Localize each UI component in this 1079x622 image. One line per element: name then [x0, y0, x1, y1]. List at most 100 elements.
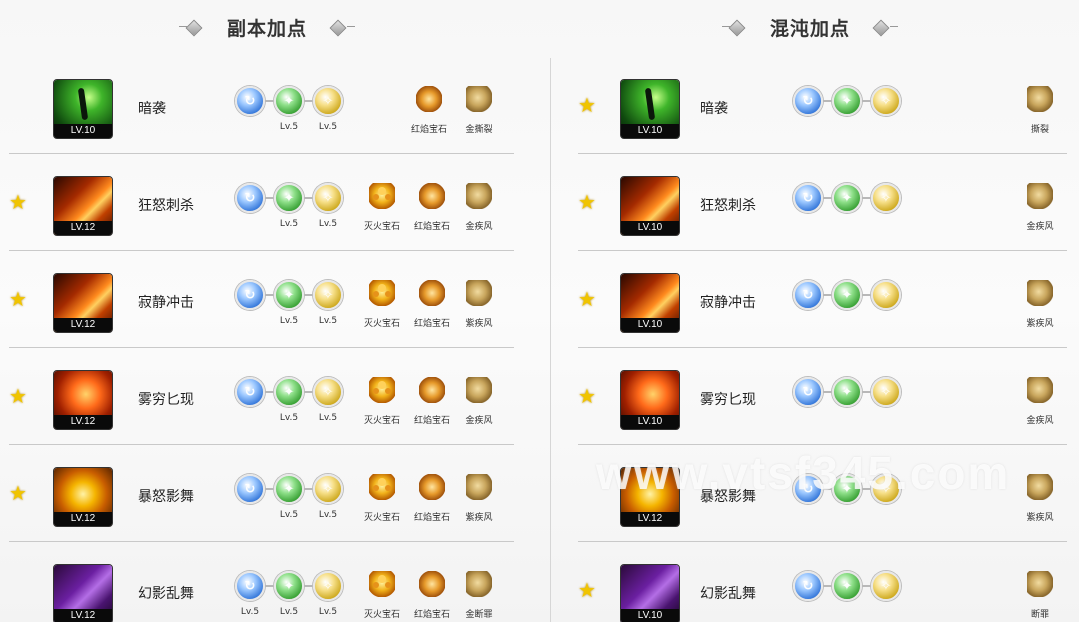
yellow-rune-node[interactable]: ✧ [313, 86, 343, 116]
fire-gem-icon[interactable] [369, 280, 395, 306]
skill-icon[interactable]: LV.10 [53, 79, 113, 139]
green-rune-node[interactable]: ✦ [274, 280, 304, 310]
yellow-rune-node[interactable]: ✧ [871, 377, 901, 407]
skill-icon[interactable]: LV.12 [53, 564, 113, 622]
green-rune-node[interactable]: ✦ [832, 377, 862, 407]
skill-icon[interactable]: LV.12 [620, 467, 680, 527]
ember-gem-icon[interactable] [419, 377, 445, 403]
blue-rune-node[interactable]: ↻ [793, 571, 823, 601]
node-level-label: Lv.5 [279, 510, 299, 520]
blue-rune-node[interactable]: ↻ [235, 183, 265, 213]
yellow-rune-node[interactable]: ✧ [313, 183, 343, 213]
green-rune-node[interactable]: ✦ [274, 474, 304, 504]
green-rune-node[interactable]: ✦ [832, 571, 862, 601]
gem-label: 紫疾风 [465, 319, 493, 329]
green-rune-node[interactable]: ✦ [832, 183, 862, 213]
fire-gem-icon[interactable] [369, 474, 395, 500]
node-level-label: Lv.5 [279, 219, 299, 229]
skill-icon[interactable]: LV.12 [53, 176, 113, 236]
shell-gem-icon[interactable] [1027, 183, 1053, 209]
skill-row: ★ LV.12 狂怒刺杀 ↻ ✦ Lv.5 ✧ Lv.5 灭火宝石 红焰宝石 金疾风 [9, 154, 514, 251]
dungeon-build-panel: 副本加点 LV.10 暗袭 ↻ ✦ Lv.5 ✧ Lv.5 红焰宝石 金撕裂 ★ LV.12 狂怒刺杀… [0, 0, 540, 622]
shell-gem-icon[interactable] [1027, 86, 1053, 112]
yellow-rune-node[interactable]: ✧ [313, 474, 343, 504]
skill-level-badge: LV.10 [621, 415, 679, 429]
skill-level-badge: LV.10 [54, 124, 112, 138]
shell-gem-icon[interactable] [466, 280, 492, 306]
yellow-rune-node[interactable]: ✧ [871, 183, 901, 213]
skill-icon[interactable]: LV.10 [620, 370, 680, 430]
skill-level-badge: LV.10 [621, 609, 679, 622]
rune-glyph-icon: ✧ [322, 384, 334, 400]
skill-icon[interactable]: LV.12 [53, 467, 113, 527]
star-icon: ★ [578, 287, 596, 311]
green-rune-node[interactable]: ✦ [832, 280, 862, 310]
gem-label: 断罪 [1030, 610, 1049, 620]
yellow-rune-node[interactable]: ✧ [871, 86, 901, 116]
green-rune-node[interactable]: ✦ [274, 86, 304, 116]
skill-icon[interactable]: LV.12 [53, 370, 113, 430]
green-rune-node[interactable]: ✦ [832, 86, 862, 116]
fire-gem-icon[interactable] [369, 377, 395, 403]
gem-label: 金疾风 [465, 222, 493, 232]
shell-gem-icon[interactable] [466, 474, 492, 500]
rune-glyph-icon: ✦ [283, 287, 295, 303]
blue-rune-node[interactable]: ↻ [793, 86, 823, 116]
shell-gem-icon[interactable] [466, 183, 492, 209]
yellow-rune-node[interactable]: ✧ [313, 280, 343, 310]
green-rune-node[interactable]: ✦ [274, 571, 304, 601]
shell-gem-icon[interactable] [466, 377, 492, 403]
skill-icon[interactable]: LV.10 [620, 79, 680, 139]
panel-title: 混沌加点 [770, 17, 851, 40]
node-connector [304, 488, 313, 490]
shell-gem-icon[interactable] [466, 86, 492, 112]
green-rune-node[interactable]: ✦ [274, 377, 304, 407]
blue-rune-node[interactable]: ↻ [235, 571, 265, 601]
blue-rune-node[interactable]: ↻ [793, 183, 823, 213]
blue-rune-node[interactable]: ↻ [235, 86, 265, 116]
gem-label: 灭火宝石 [363, 319, 400, 329]
skill-icon[interactable]: LV.10 [620, 176, 680, 236]
skill-icon[interactable]: LV.10 [620, 273, 680, 333]
fire-gem-icon[interactable] [369, 571, 395, 597]
rune-glyph-icon: ✧ [880, 578, 892, 594]
shell-gem-icon[interactable] [1027, 280, 1053, 306]
skill-icon[interactable]: LV.10 [620, 564, 680, 622]
panel-divider [550, 58, 551, 622]
rune-glyph-icon: ↻ [244, 287, 256, 303]
ember-gem-icon[interactable] [416, 86, 442, 112]
ornament-icon [329, 20, 356, 34]
green-rune-node[interactable]: ✦ [274, 183, 304, 213]
shell-gem-icon[interactable] [1027, 571, 1053, 597]
gem-label: 红焰宝石 [413, 416, 450, 426]
yellow-rune-node[interactable]: ✧ [871, 280, 901, 310]
node-connector [862, 488, 871, 490]
ember-gem-icon[interactable] [419, 571, 445, 597]
shell-gem-icon[interactable] [1027, 474, 1053, 500]
skill-level-badge: LV.12 [621, 512, 679, 526]
blue-rune-node[interactable]: ↻ [235, 474, 265, 504]
green-rune-node[interactable]: ✦ [832, 474, 862, 504]
blue-rune-node[interactable]: ↻ [235, 377, 265, 407]
yellow-rune-node[interactable]: ✧ [313, 571, 343, 601]
node-connector [304, 391, 313, 393]
ember-gem-icon[interactable] [419, 183, 445, 209]
yellow-rune-node[interactable]: ✧ [871, 571, 901, 601]
ember-gem-icon[interactable] [419, 474, 445, 500]
shell-gem-icon[interactable] [466, 571, 492, 597]
fire-gem-icon[interactable] [369, 183, 395, 209]
skill-row: ★ LV.10 狂怒刺杀 ↻ ✦ ✧ 金疾风 [578, 154, 1067, 251]
blue-rune-node[interactable]: ↻ [793, 474, 823, 504]
yellow-rune-node[interactable]: ✧ [871, 474, 901, 504]
blue-rune-node[interactable]: ↻ [793, 377, 823, 407]
shell-gem-icon[interactable] [1027, 377, 1053, 403]
gem-label: 灭火宝石 [363, 513, 400, 523]
rune-glyph-icon: ✧ [322, 287, 334, 303]
skill-icon[interactable]: LV.12 [53, 273, 113, 333]
blue-rune-node[interactable]: ↻ [793, 280, 823, 310]
gem-label: 灭火宝石 [363, 416, 400, 426]
blue-rune-node[interactable]: ↻ [235, 280, 265, 310]
node-connector [862, 585, 871, 587]
yellow-rune-node[interactable]: ✧ [313, 377, 343, 407]
ember-gem-icon[interactable] [419, 280, 445, 306]
